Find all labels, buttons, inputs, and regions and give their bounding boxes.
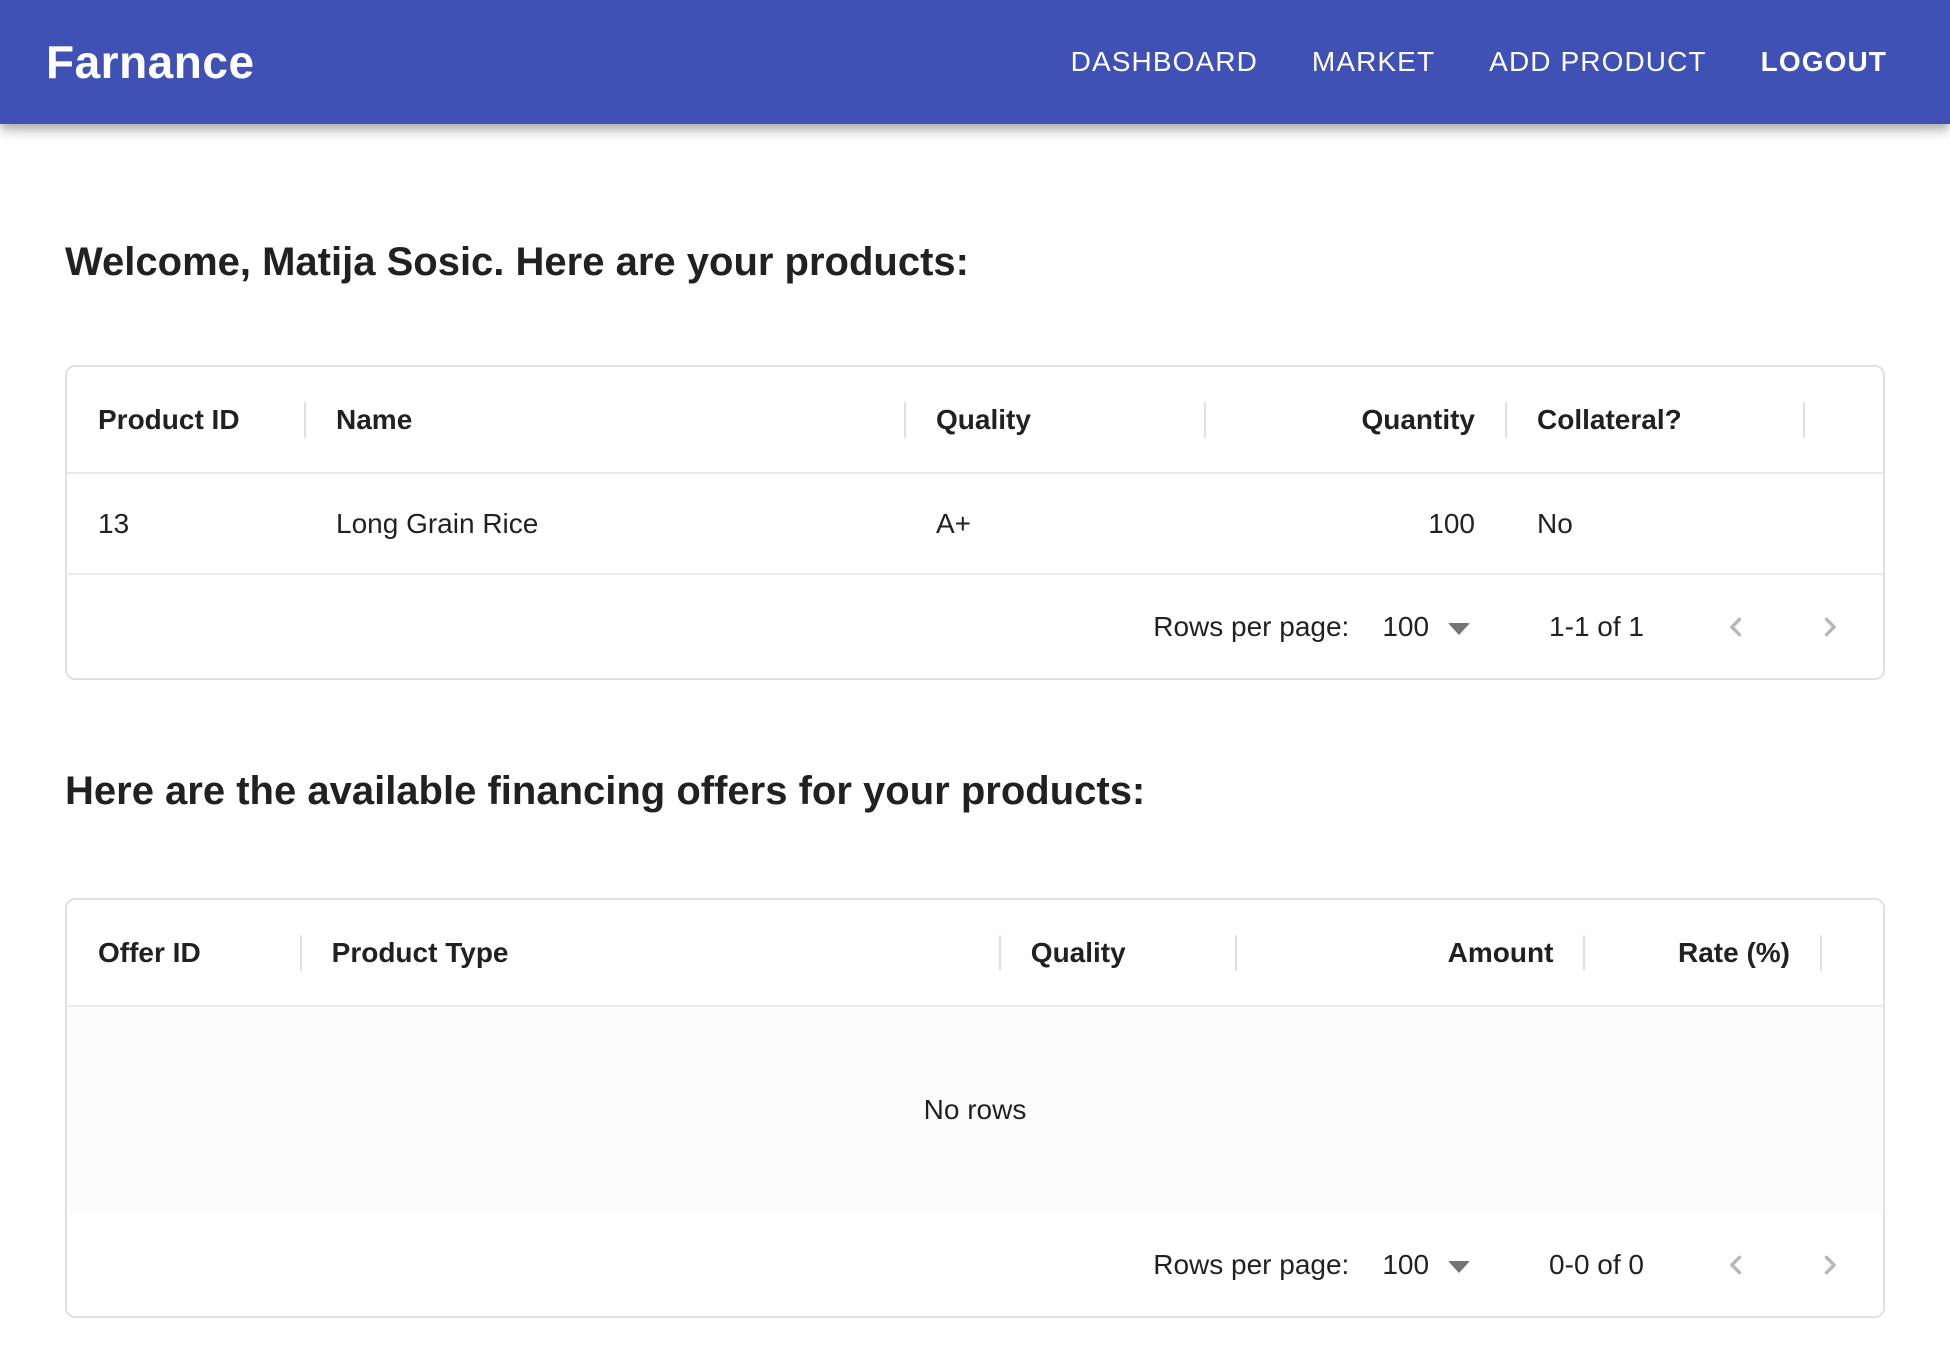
column-header-quality[interactable]: Quality [1000, 900, 1237, 1005]
rows-per-page-label: Rows per page: [1153, 1249, 1349, 1281]
main-content: Welcome, Matija Sosic. Here are your pro… [0, 238, 1950, 1318]
column-header-label: Quantity [1361, 404, 1475, 436]
arrow-drop-down-icon [1448, 1261, 1470, 1273]
previous-page-button[interactable] [1687, 1217, 1783, 1313]
column-header-amount[interactable]: Amount [1236, 900, 1584, 1005]
previous-page-button[interactable] [1687, 579, 1783, 675]
column-header-label: Quality [936, 404, 1031, 436]
next-page-button[interactable] [1783, 1217, 1879, 1313]
chevron-right-icon [1814, 1248, 1848, 1282]
offers-table-header: Offer ID Product Type Quality Amount Rat… [67, 900, 1883, 1007]
header-filler [1821, 900, 1883, 1005]
chevron-left-icon [1718, 1248, 1752, 1282]
cell-quality: A+ [905, 474, 1205, 573]
products-table: Product ID Name Quality Quantity Collate… [65, 365, 1885, 680]
offers-heading: Here are the available financing offers … [65, 767, 1885, 815]
column-header-quantity[interactable]: Quantity [1205, 367, 1506, 472]
rows-per-page-label: Rows per page: [1153, 611, 1349, 643]
column-header-product-type[interactable]: Product Type [301, 900, 1000, 1005]
pagination-range: 0-0 of 0 [1549, 1249, 1644, 1281]
column-header-name[interactable]: Name [305, 367, 905, 472]
cell-product-id: 13 [67, 474, 305, 573]
products-heading: Welcome, Matija Sosic. Here are your pro… [65, 238, 1885, 286]
app-bar: Farnance DASHBOARD MARKET ADD PRODUCT LO… [0, 0, 1950, 124]
column-header-offer-id[interactable]: Offer ID [67, 900, 301, 1005]
offers-table-footer: Rows per page: 100 0-0 of 0 [67, 1213, 1883, 1316]
empty-rows-overlay: No rows [67, 1007, 1883, 1213]
rows-per-page-select[interactable]: 100 [1382, 1249, 1470, 1281]
brand-logo[interactable]: Farnance [46, 35, 255, 89]
product-row[interactable]: 13 Long Grain Rice A+ 100 No [67, 474, 1883, 575]
no-rows-label: No rows [924, 1094, 1027, 1126]
rows-per-page-value: 100 [1382, 611, 1429, 643]
column-header-collateral[interactable]: Collateral? [1506, 367, 1804, 472]
arrow-drop-down-icon [1448, 623, 1470, 635]
offers-table: Offer ID Product Type Quality Amount Rat… [65, 898, 1885, 1318]
column-header-label: Amount [1448, 937, 1554, 969]
column-header-rate[interactable]: Rate (%) [1584, 900, 1821, 1005]
nav-dashboard[interactable]: DASHBOARD [1055, 36, 1274, 88]
nav-add-product[interactable]: ADD PRODUCT [1473, 36, 1722, 88]
cell-collateral: No [1506, 474, 1804, 573]
nav-market[interactable]: MARKET [1296, 36, 1451, 88]
next-page-button[interactable] [1783, 579, 1879, 675]
header-filler [1804, 367, 1883, 472]
chevron-right-icon [1814, 610, 1848, 644]
chevron-left-icon [1718, 610, 1752, 644]
products-table-header: Product ID Name Quality Quantity Collate… [67, 367, 1883, 474]
column-header-label: Name [336, 404, 412, 436]
cell-quantity: 100 [1205, 474, 1506, 573]
column-header-label: Offer ID [98, 937, 201, 969]
products-table-footer: Rows per page: 100 1-1 of 1 [67, 575, 1883, 678]
pagination-range: 1-1 of 1 [1549, 611, 1644, 643]
nav-logout[interactable]: LOGOUT [1745, 36, 1903, 88]
column-header-label: Product ID [98, 404, 240, 436]
nav-links: DASHBOARD MARKET ADD PRODUCT LOGOUT [1055, 36, 1903, 88]
column-header-label: Collateral? [1537, 404, 1682, 436]
column-header-label: Product Type [332, 937, 509, 969]
rows-per-page-value: 100 [1382, 1249, 1429, 1281]
column-header-label: Rate (%) [1678, 937, 1790, 969]
rows-per-page-select[interactable]: 100 [1382, 611, 1470, 643]
column-header-quality[interactable]: Quality [905, 367, 1205, 472]
cell-name: Long Grain Rice [305, 474, 905, 573]
column-header-label: Quality [1031, 937, 1126, 969]
column-header-product-id[interactable]: Product ID [67, 367, 305, 472]
